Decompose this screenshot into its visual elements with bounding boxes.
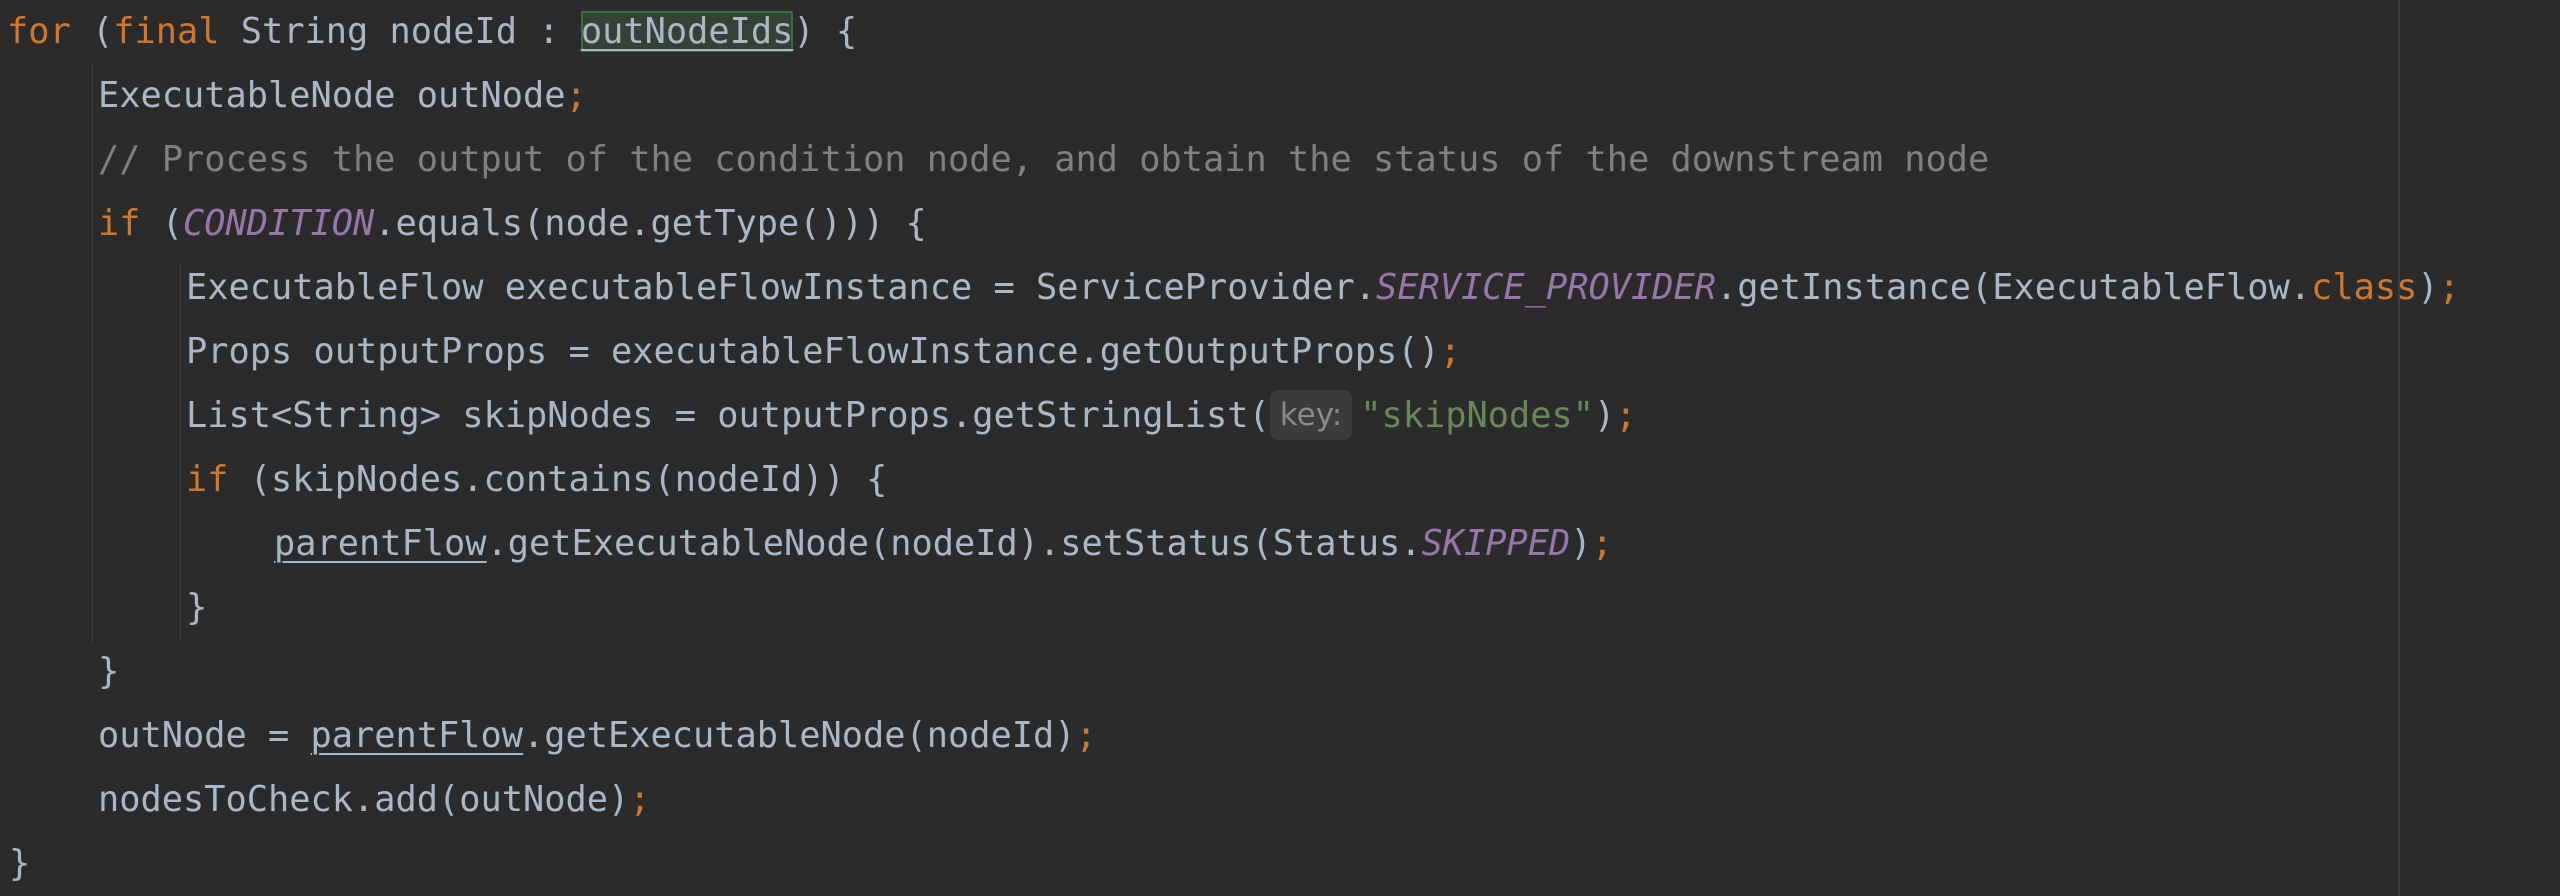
code-editor[interactable]: for (final String nodeId : outNodeIds) {… (0, 0, 2560, 896)
keyword: final (113, 11, 220, 52)
code-line-13: nodesToCheck.add(outNode); (98, 768, 651, 832)
parameter-hint: key: (1269, 390, 1353, 440)
constant: SKIPPED (1421, 523, 1571, 564)
code-line-12: outNode = parentFlow.getExecutableNode(n… (98, 704, 1097, 768)
code-text: Props outputProps = executableFlowInstan… (186, 331, 1440, 372)
code-line-14: } (9, 832, 30, 896)
code-line-4: if (CONDITION.equals(node.getType())) { (98, 192, 927, 256)
constant: SERVICE_PROVIDER (1376, 267, 1717, 308)
field-reference[interactable]: parentFlow (274, 523, 487, 564)
code-text: (skipNodes.contains(nodeId)) { (228, 459, 888, 500)
right-margin-guide (2398, 0, 2400, 896)
code-line-11: } (98, 640, 119, 704)
code-text: List<String> skipNodes = outputProps.get… (186, 395, 1270, 436)
code-text: } (98, 651, 120, 692)
code-text: .getExecutableNode(nodeId) (523, 715, 1076, 756)
code-line-9: parentFlow.getExecutableNode(nodeId).set… (274, 512, 1613, 576)
highlighted-identifier[interactable]: outNodeIds (580, 11, 794, 52)
code-line-5: ExecutableFlow executableFlowInstance = … (186, 256, 2460, 320)
code-text: } (186, 587, 208, 628)
semicolon: ; (1615, 395, 1637, 436)
semicolon: ; (1439, 331, 1462, 372)
semicolon: ; (2438, 267, 2460, 308)
code-text: ) { (793, 11, 858, 52)
string-literal: "skipNodes" (1360, 395, 1595, 436)
code-text: ExecutableNode outNode (98, 75, 566, 116)
keyword: class (2311, 267, 2418, 308)
code-line-6: Props outputProps = executableFlowInstan… (186, 320, 1461, 384)
code-line-8: if (skipNodes.contains(nodeId)) { (186, 448, 887, 512)
code-text: .equals(node.getType())) { (374, 203, 927, 244)
indent-guide (180, 262, 181, 642)
constant: CONDITION (183, 203, 375, 244)
code-text: outNode = (98, 715, 311, 756)
semicolon: ; (1075, 715, 1097, 756)
code-line-10: } (186, 576, 207, 640)
code-line-3: // Process the output of the condition n… (98, 128, 1989, 192)
keyword: if (186, 459, 229, 500)
code-text: ) (1594, 395, 1616, 436)
code-text: String nodeId : (219, 11, 581, 52)
semicolon: ; (565, 75, 587, 116)
keyword: for (7, 11, 71, 52)
code-text: } (9, 843, 31, 884)
semicolon: ; (629, 779, 651, 820)
indent-guide (180, 500, 181, 576)
code-line-2: ExecutableNode outNode; (98, 64, 587, 128)
indent-guide (92, 64, 93, 644)
code-text: .getExecutableNode(nodeId).setStatus(Sta… (486, 523, 1422, 564)
field-reference[interactable]: parentFlow (311, 715, 524, 756)
keyword: if (98, 203, 141, 244)
code-line-1: for (final String nodeId : outNodeIds) { (7, 0, 857, 64)
code-text: ) (1570, 523, 1592, 564)
code-text: .getInstance(ExecutableFlow. (1716, 267, 2312, 308)
code-text: ExecutableFlow executableFlowInstance = … (186, 267, 1377, 308)
semicolon: ; (1591, 523, 1613, 564)
code-text: ( (140, 203, 184, 244)
code-line-7: List<String> skipNodes = outputProps.get… (186, 384, 1637, 448)
code-text: nodesToCheck.add(outNode) (98, 779, 630, 820)
code-text: ( (70, 11, 114, 52)
code-text: ) (2417, 267, 2439, 308)
code-comment: // Process the output of the condition n… (98, 139, 1990, 180)
